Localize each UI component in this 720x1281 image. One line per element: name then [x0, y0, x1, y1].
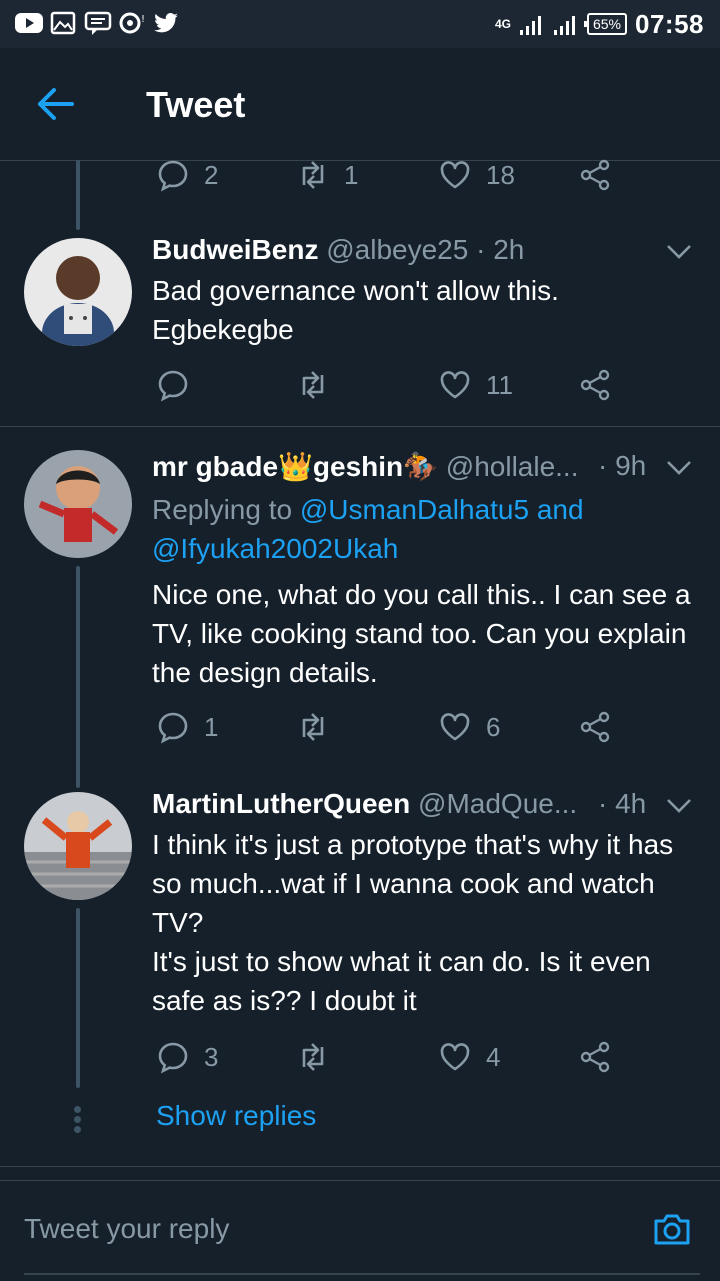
thread-dots — [74, 1106, 82, 1136]
retweet-count: 1 — [344, 159, 359, 190]
tweet-text-paragraph: It's just to show what it can do. Is it … — [152, 946, 651, 1016]
battery-indicator: 65% — [583, 13, 627, 35]
retweet-icon — [302, 161, 324, 189]
tweet-text: I think it's just a prototype that's why… — [152, 825, 702, 1020]
tweet-time: · 4h — [598, 788, 647, 819]
divider — [0, 426, 720, 427]
reply-icon — [158, 712, 188, 744]
like-button[interactable]: 6 — [438, 710, 500, 744]
retweet-button[interactable] — [296, 1040, 344, 1074]
heart-icon — [440, 713, 470, 741]
share-icon — [580, 159, 610, 191]
show-replies-link[interactable]: Show replies — [156, 1100, 316, 1132]
thread-connector — [76, 566, 80, 788]
retweet-icon — [302, 371, 324, 399]
signal-icon-2 — [553, 16, 575, 35]
message-icon — [84, 11, 112, 35]
like-count: 6 — [486, 711, 501, 742]
back-arrow-icon[interactable] — [36, 86, 76, 122]
reply-button[interactable]: 2 — [156, 158, 218, 192]
replying-prefix: Replying to — [152, 494, 293, 525]
user-name[interactable]: BudweiBenz — [152, 234, 318, 265]
user-handle[interactable]: @hollale... — [446, 451, 579, 482]
tweet-header: mr gbade👑geshin🏇 @hollale... — [152, 450, 592, 483]
heart-icon — [440, 161, 470, 189]
retweet-button[interactable]: 1 — [296, 158, 358, 192]
gallery-icon — [50, 11, 76, 35]
like-count: 4 — [486, 1041, 501, 1072]
share-button[interactable] — [578, 368, 612, 402]
like-button[interactable]: 18 — [438, 158, 515, 192]
reply-button[interactable]: 1 — [156, 710, 218, 744]
mention-link[interactable]: @Ifyukah2002Ukah — [152, 533, 398, 564]
user-handle[interactable]: @albeye25 — [326, 234, 468, 265]
heart-icon — [440, 371, 470, 399]
reply-input[interactable]: Tweet your reply — [24, 1213, 229, 1245]
tweet-header: BudweiBenz @albeye25 · 2h — [152, 234, 524, 266]
tweet-text: Bad governance won't allow this. Egbekeg… — [152, 271, 702, 349]
network-type-label: 4G — [494, 17, 511, 31]
page-title: Tweet — [146, 84, 246, 125]
share-icon — [580, 369, 610, 401]
replying-to: Replying to @UsmanDalhatu5 and @Ifyukah2… — [152, 490, 692, 568]
youtube-icon — [15, 13, 43, 33]
replying-and[interactable]: and — [537, 494, 584, 525]
reply-count: 2 — [204, 159, 219, 190]
tweet-text-paragraph: I think it's just a prototype that's why… — [152, 829, 674, 938]
status-bar: ! 4G 65% 07:58 — [0, 0, 720, 48]
tweet-time: · 9h — [598, 450, 647, 481]
thread-connector — [76, 160, 80, 230]
reply-composer: Tweet your reply — [0, 1180, 720, 1281]
user-handle[interactable]: @MadQue... — [418, 788, 577, 819]
signal-icon — [519, 16, 541, 35]
share-button[interactable] — [578, 710, 612, 744]
tweet-text-line: Bad governance won't allow this. — [152, 275, 559, 306]
like-count: 18 — [486, 159, 515, 190]
tweet-text-line: Egbekegbe — [152, 314, 294, 345]
share-button[interactable] — [578, 158, 612, 192]
reply-button[interactable]: 3 — [156, 1040, 218, 1074]
like-button[interactable]: 11 — [438, 368, 513, 402]
divider — [0, 1166, 720, 1167]
share-icon — [580, 711, 610, 743]
reply-count: 1 — [204, 711, 219, 742]
tweet-time: · 2h — [476, 234, 525, 265]
retweet-icon — [302, 1043, 324, 1071]
camera-icon[interactable] — [652, 1209, 692, 1249]
retweet-button[interactable] — [296, 710, 344, 744]
reply-button[interactable] — [156, 368, 204, 402]
tweet-header: MartinLutherQueen @MadQue... — [152, 788, 592, 820]
avatar[interactable] — [24, 238, 132, 346]
reply-count: 3 — [204, 1041, 219, 1072]
chevron-down-icon[interactable] — [666, 798, 692, 814]
svg-text:!: ! — [141, 14, 145, 25]
chevron-down-icon[interactable] — [666, 244, 692, 260]
reply-icon — [158, 1042, 188, 1074]
retweet-button[interactable] — [296, 368, 344, 402]
chevron-down-icon[interactable] — [666, 460, 692, 476]
reply-icon — [158, 160, 188, 192]
tweet-text: Nice one, what do you call this.. I can … — [152, 579, 691, 688]
avatar[interactable] — [24, 792, 132, 900]
user-name[interactable]: mr gbade👑geshin🏇 — [152, 451, 438, 482]
share-button[interactable] — [578, 1040, 612, 1074]
sync-icon: ! — [119, 12, 145, 34]
user-name[interactable]: MartinLutherQueen — [152, 788, 410, 819]
mention-link[interactable]: @UsmanDalhatu5 — [300, 494, 529, 525]
heart-icon — [440, 1043, 470, 1071]
reply-icon — [158, 370, 188, 402]
clock: 07:58 — [635, 8, 704, 39]
twitter-bird-icon — [154, 13, 178, 33]
thread-connector — [76, 908, 80, 1088]
like-button[interactable]: 4 — [438, 1040, 500, 1074]
share-icon — [580, 1041, 610, 1073]
like-count: 11 — [486, 369, 513, 400]
retweet-icon — [302, 713, 324, 741]
app-bar: Tweet — [0, 48, 720, 161]
avatar[interactable] — [24, 450, 132, 558]
input-underline — [24, 1273, 700, 1275]
